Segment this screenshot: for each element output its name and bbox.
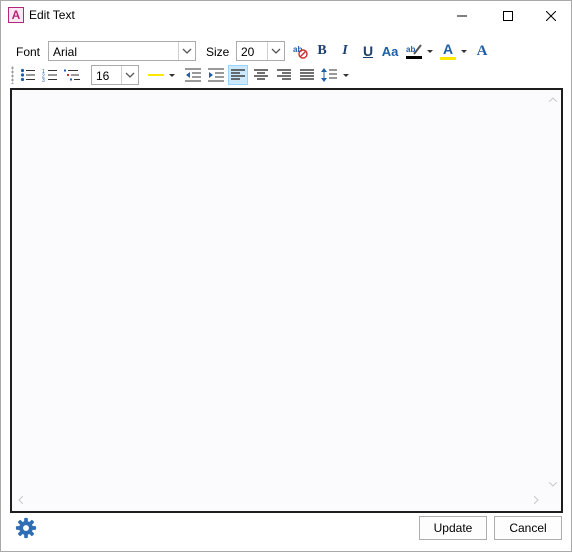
minimize-button[interactable] [439, 1, 485, 31]
bullet-list-icon [20, 68, 35, 82]
font-size-select[interactable]: 20 [236, 41, 285, 61]
multilevel-list-icon [64, 69, 80, 81]
scroll-up-icon[interactable] [548, 94, 558, 104]
scroll-down-icon[interactable] [548, 479, 558, 489]
font-label: Font [16, 45, 41, 59]
chevron-down-icon[interactable] [121, 66, 138, 84]
size-label: Size [206, 45, 230, 59]
app-icon-letter: A [11, 8, 21, 22]
increase-indent-icon [208, 68, 224, 82]
decrease-indent-button[interactable] [183, 65, 203, 85]
edit-text-dialog: A Edit Text Font Arial Size 20 ab B I U … [0, 0, 572, 552]
scroll-left-icon[interactable] [18, 495, 24, 506]
decrease-indent-icon [185, 68, 201, 82]
chevron-down-icon[interactable] [267, 42, 284, 60]
font-family-select[interactable]: Arial [48, 41, 196, 61]
svg-text:3: 3 [42, 78, 45, 82]
gear-icon [15, 517, 37, 539]
window-title: Edit Text [29, 8, 75, 22]
svg-text:ab: ab [293, 45, 302, 54]
bullet-list-button[interactable] [18, 65, 38, 85]
close-icon [546, 11, 556, 21]
toolbar-grip[interactable] [11, 66, 14, 84]
editor-textarea[interactable] [12, 90, 561, 511]
highlight-dropdown-icon[interactable] [427, 50, 433, 53]
paragraph-color-swatch [148, 74, 164, 76]
align-right-icon [277, 69, 291, 80]
spell-check-icon: ab [293, 45, 308, 59]
align-left-icon [231, 69, 245, 80]
line-spacing-button[interactable] [319, 65, 339, 85]
maximize-button[interactable] [485, 1, 531, 31]
chevron-down-icon[interactable] [178, 42, 195, 60]
highlight-button[interactable]: ab [404, 41, 424, 61]
font-color-dropdown-icon[interactable] [461, 50, 467, 53]
font-color-button[interactable]: A [438, 41, 458, 61]
font-size-value: 20 [241, 45, 255, 59]
text-highlight-icon: ab [406, 44, 422, 59]
line-spacing-icon [321, 68, 337, 82]
change-case-button[interactable]: Aa [380, 41, 400, 61]
close-button[interactable] [531, 1, 571, 31]
font-color-letter: A [443, 41, 454, 57]
cancel-button[interactable]: Cancel [494, 516, 562, 540]
font-family-value: Arial [53, 45, 78, 59]
increase-indent-button[interactable] [206, 65, 226, 85]
maximize-icon [503, 11, 513, 21]
italic-button[interactable]: I [335, 41, 355, 61]
bold-button[interactable]: B [312, 41, 332, 61]
settings-button[interactable] [15, 517, 37, 539]
underline-button[interactable]: U [358, 41, 378, 61]
align-center-button[interactable] [251, 65, 271, 85]
line-spacing-value: 16 [96, 69, 110, 83]
title-bar: A Edit Text [1, 1, 571, 31]
minimize-icon [457, 15, 467, 17]
line-spacing-dropdown-icon[interactable] [343, 74, 349, 77]
line-spacing-select[interactable]: 16 [91, 65, 139, 85]
align-left-button[interactable] [228, 65, 248, 85]
font-color-swatch [440, 57, 456, 60]
justify-button[interactable] [297, 65, 317, 85]
align-center-icon [254, 69, 268, 80]
numbered-list-icon: 1 2 3 [42, 69, 57, 82]
multilevel-list-button[interactable] [62, 65, 82, 85]
paragraph-color-dropdown-icon[interactable] [169, 74, 175, 77]
paragraph-color-button[interactable] [145, 65, 167, 85]
app-icon: A [8, 7, 24, 23]
scroll-right-icon[interactable] [533, 495, 539, 506]
justify-icon [300, 69, 314, 80]
update-button[interactable]: Update [419, 516, 487, 540]
text-editor[interactable] [10, 88, 563, 513]
spell-check-button[interactable]: ab [290, 41, 310, 61]
align-right-button[interactable] [274, 65, 294, 85]
numbered-list-button[interactable]: 1 2 3 [40, 65, 60, 85]
font-style-button[interactable]: A [472, 41, 492, 61]
